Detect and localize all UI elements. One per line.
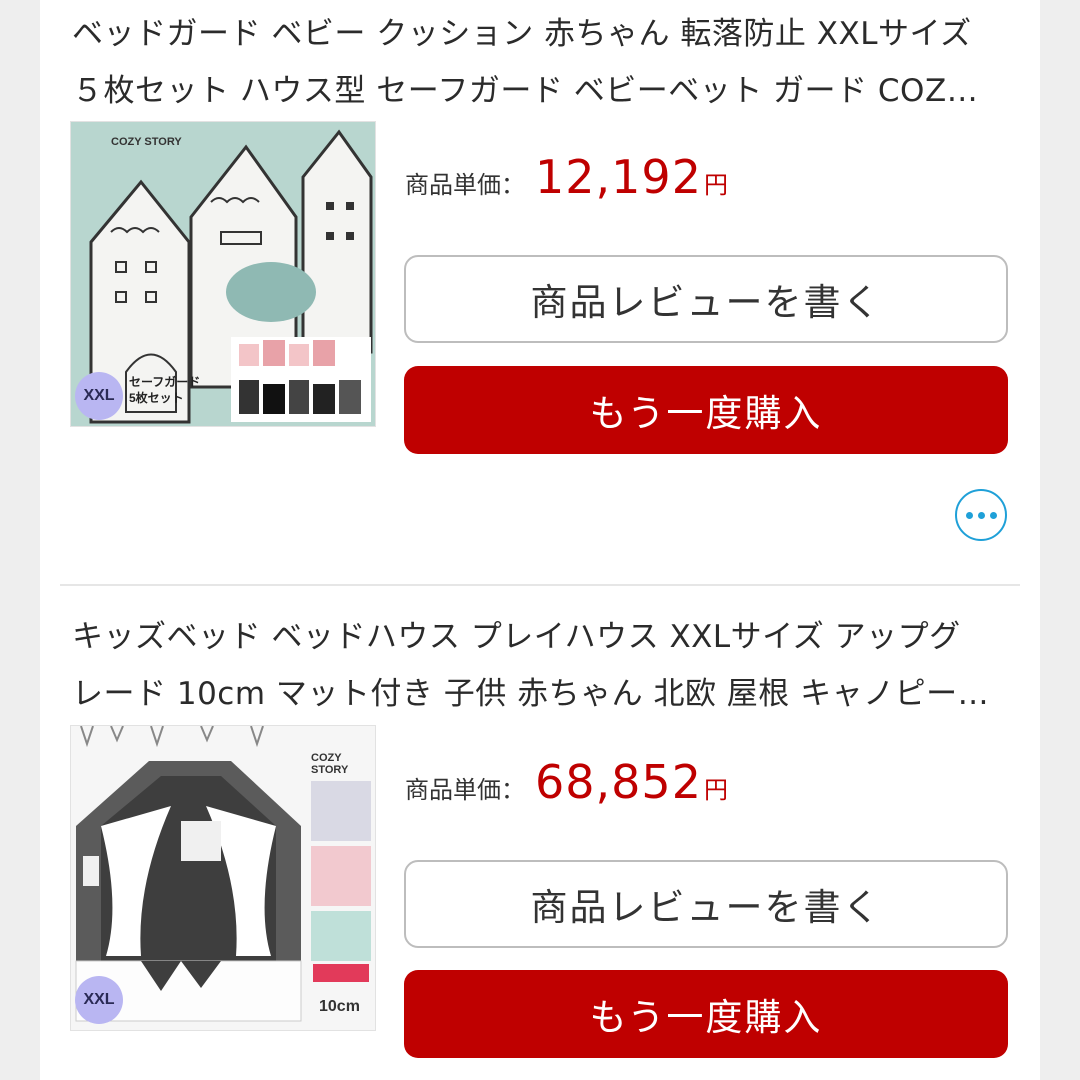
product-title-line: ベッドガード ベビー クッション 赤ちゃん 転落防止 XXLサイズ — [72, 16, 972, 52]
write-review-button[interactable]: 商品レビューを書く — [404, 255, 1008, 343]
more-dots-icon[interactable] — [955, 489, 1007, 541]
order-history-page: ベッドガード ベビー クッション 赤ちゃん 転落防止 XXLサイズ ５枚セット … — [40, 0, 1040, 1080]
image-caption-line: セーフガード — [129, 375, 201, 389]
product-title-line: キッズベッド ベッドハウス プレイハウス XXLサイズ アップグ — [72, 619, 961, 655]
write-review-button[interactable]: 商品レビューを書く — [404, 860, 1008, 948]
brand-logo: COZY STORY — [111, 136, 182, 148]
product-thumbnail[interactable]: COZY STORY XXL セーフガード 5枚セット — [70, 121, 376, 427]
product-thumbnail[interactable]: COZY STORY XXL 10cm — [70, 725, 376, 1031]
unit-price: 商品単価： 68,852 円 — [405, 755, 728, 809]
price-unit: 円 — [703, 171, 728, 199]
product-title[interactable]: キッズベッド ベッドハウス プレイハウス XXLサイズ アップグ レード 10c… — [72, 609, 1002, 723]
price-value: 12,192 — [535, 150, 702, 204]
brand-logo: COZY STORY — [311, 752, 349, 776]
image-caption: セーフガード 5枚セット — [129, 374, 200, 406]
buy-again-button[interactable]: もう一度購入 — [404, 366, 1008, 454]
price-value: 68,852 — [535, 755, 702, 809]
price-label: 商品単価： — [405, 171, 525, 199]
size-badge: XXL — [75, 372, 123, 420]
unit-price: 商品単価： 12,192 円 — [405, 150, 728, 204]
product-title-line: レード 10cm マット付き 子供 赤ちゃん 北欧 屋根 キャノピー… — [72, 676, 990, 712]
price-label: 商品単価： — [405, 776, 525, 804]
product-title-line: ５枚セット ハウス型 セーフガード ベビーベット ガード COZ… — [72, 73, 979, 109]
product-card: ベッドガード ベビー クッション 赤ちゃん 転落防止 XXLサイズ ５枚セット … — [40, 0, 1040, 585]
product-title[interactable]: ベッドガード ベビー クッション 赤ちゃん 転落防止 XXLサイズ ５枚セット … — [72, 6, 1002, 120]
product-card: キッズベッド ベッドハウス プレイハウス XXLサイズ アップグ レード 10c… — [40, 585, 1040, 1080]
price-unit: 円 — [703, 776, 728, 804]
mat-thickness-label: 10cm — [319, 998, 360, 1015]
image-caption-line: 5枚セット — [129, 391, 184, 405]
size-badge: XXL — [75, 976, 123, 1024]
buy-again-button[interactable]: もう一度購入 — [404, 970, 1008, 1058]
